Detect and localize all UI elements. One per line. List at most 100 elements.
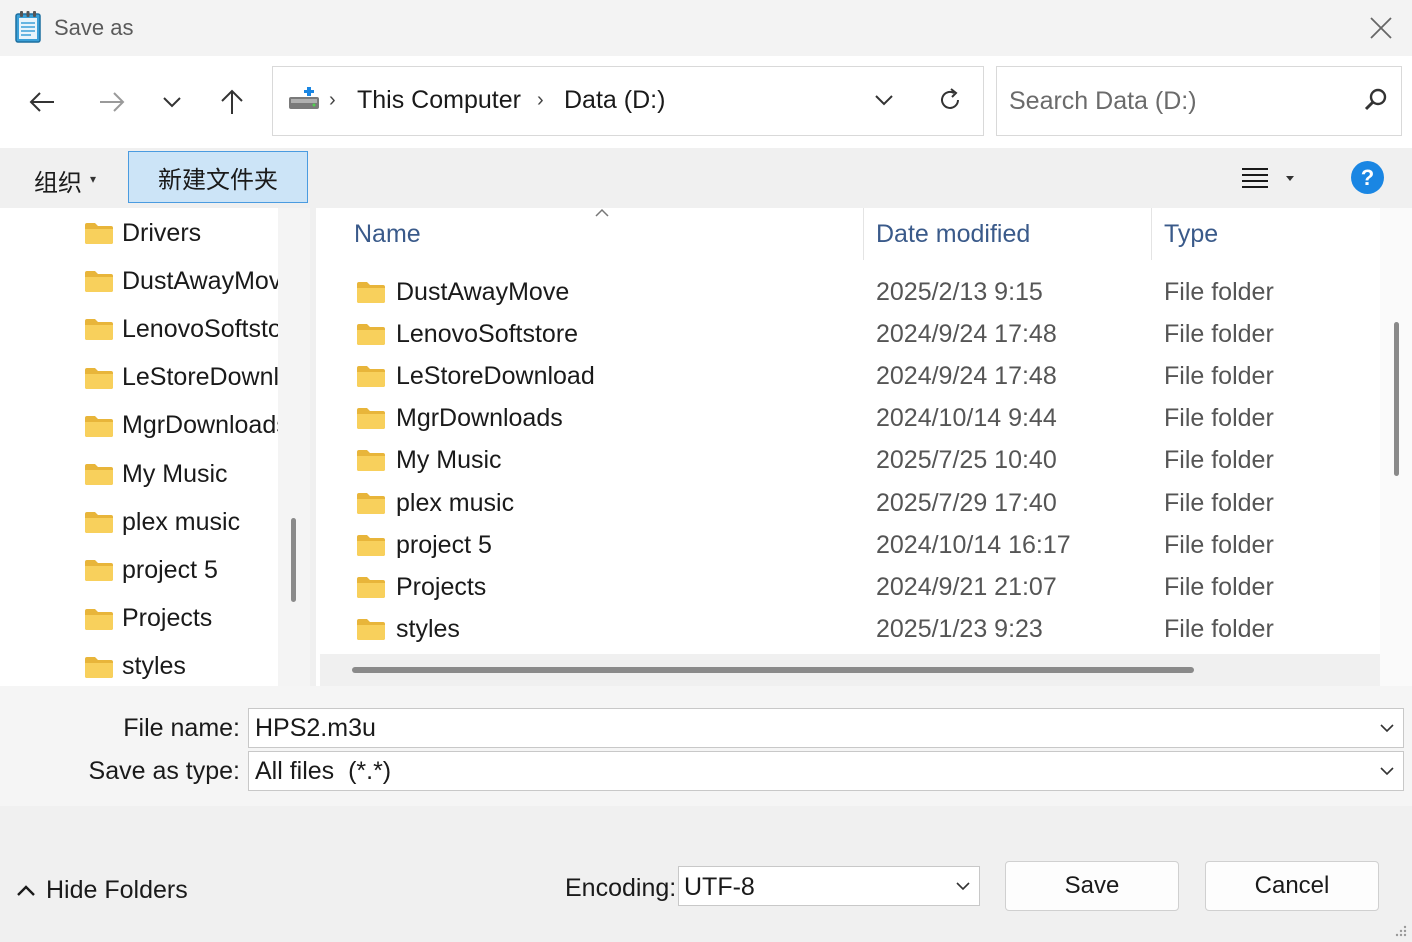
tree-item[interactable]: Drivers [84, 213, 201, 253]
save-as-type-label: Save as type: [88, 757, 240, 785]
organize-caret-icon: ▾ [90, 172, 97, 186]
refresh-button[interactable] [933, 83, 967, 117]
notepad-icon [15, 11, 41, 43]
file-date-modified: 2024/10/14 16:17 [876, 530, 1071, 559]
resize-grip-icon[interactable] [1392, 922, 1408, 938]
file-row[interactable]: Projects 2024/9/21 21:07 File folder [316, 567, 1380, 609]
column-header-name[interactable]: Name [354, 220, 421, 249]
organize-menu[interactable]: 组织 [34, 163, 82, 198]
file-type: File folder [1164, 362, 1274, 391]
save-button[interactable]: Save [1005, 861, 1179, 911]
save-as-type-select[interactable]: All files (*.*) [248, 751, 1404, 791]
column-header-type[interactable]: Type [1164, 220, 1218, 249]
address-dropdown-button[interactable] [869, 85, 899, 115]
folder-icon [357, 450, 385, 472]
file-type: File folder [1164, 614, 1274, 643]
tree-item[interactable]: LeStoreDownload [84, 358, 278, 398]
file-name: DustAwayMove [396, 278, 570, 306]
column-divider[interactable] [863, 208, 864, 260]
encoding-select[interactable]: UTF-8 [678, 866, 980, 906]
tree-item-label: project 5 [122, 555, 218, 584]
cancel-button[interactable]: Cancel [1205, 861, 1379, 911]
folder-icon [85, 319, 113, 341]
new-folder-button[interactable]: 新建文件夹 [128, 151, 308, 203]
file-type: File folder [1164, 446, 1274, 475]
file-date-modified: 2024/9/24 17:48 [876, 362, 1057, 391]
file-name-field[interactable]: HPS2.m3u [248, 708, 1404, 748]
tree-item-label: LeStoreDownload [122, 363, 278, 392]
file-row[interactable]: MgrDownloads 2024/10/14 9:44 File folder [316, 398, 1380, 440]
tree-item[interactable]: Projects [84, 599, 212, 639]
folder-icon [357, 576, 385, 598]
tree-scrollbar[interactable] [278, 208, 310, 686]
file-row[interactable]: My Music 2025/7/25 10:40 File folder [316, 440, 1380, 482]
tree-item[interactable]: LenovoSoftstore [84, 309, 278, 349]
file-list-vertical-scrollbar[interactable] [1380, 208, 1412, 686]
file-list-horizontal-scrollbar[interactable] [320, 654, 1380, 686]
up-button[interactable] [210, 80, 254, 124]
view-list-icon [1242, 168, 1294, 188]
tree-item[interactable]: plex music [84, 502, 240, 542]
file-row[interactable]: plex music 2025/7/29 17:40 File folder [316, 483, 1380, 525]
column-header-date[interactable]: Date modified [876, 220, 1030, 249]
folder-icon [357, 324, 385, 346]
file-name: My Music [396, 446, 502, 475]
chevron-down-icon [1380, 767, 1394, 776]
arrow-right-icon [100, 92, 125, 112]
folder-tree-pane: Drivers DustAwayMove LenovoSoftstore LeStor… [0, 208, 310, 686]
window-title: Save as [54, 15, 134, 40]
search-input[interactable] [1009, 83, 1349, 119]
folder-icon [85, 415, 113, 437]
tree-item[interactable]: MgrDownloads [84, 406, 278, 446]
tree-item-label: MgrDownloads [122, 411, 278, 440]
close-icon [1370, 17, 1392, 39]
folder-icon [357, 492, 385, 514]
column-divider[interactable] [1151, 208, 1152, 260]
folder-icon [85, 656, 113, 678]
arrow-up-icon [221, 89, 243, 114]
file-name: LeStoreDownload [396, 362, 595, 391]
save-options-panel: File name: HPS2.m3u Save as type: All fi… [0, 686, 1412, 806]
hide-folders-toggle[interactable]: Hide Folders [16, 876, 188, 905]
tree-item[interactable]: styles [84, 647, 186, 686]
address-bar[interactable]: › This Computer › Data (D:) [272, 66, 984, 136]
vertical-scroll-thumb[interactable] [1394, 322, 1399, 476]
folder-icon [357, 408, 385, 430]
tree-item-label: My Music [122, 459, 228, 488]
file-row[interactable]: styles 2025/1/23 9:23 File folder [316, 609, 1380, 651]
refresh-icon [941, 88, 959, 109]
help-button[interactable]: ? [1351, 161, 1384, 194]
recent-locations-button[interactable] [150, 80, 194, 124]
file-row[interactable]: DustAwayMove 2025/2/13 9:15 File folder [316, 272, 1380, 314]
folder-icon [85, 608, 113, 630]
tree-item[interactable]: DustAwayMove [84, 261, 278, 301]
tree-item[interactable]: My Music [84, 454, 228, 494]
horizontal-scroll-thumb[interactable] [352, 667, 1194, 673]
back-button[interactable] [20, 80, 64, 124]
file-type: File folder [1164, 278, 1274, 306]
view-options-button[interactable] [1240, 162, 1300, 194]
file-date-modified: 2025/7/25 10:40 [876, 446, 1057, 475]
search-box[interactable] [996, 66, 1402, 136]
tree-item[interactable]: project 5 [84, 550, 218, 590]
file-type: File folder [1164, 404, 1274, 433]
chevron-down-icon[interactable] [1379, 717, 1395, 739]
hide-folders-label: Hide Folders [46, 876, 188, 904]
breadcrumb-data-drive[interactable]: Data (D:) [564, 86, 665, 115]
file-date-modified: 2025/1/23 9:23 [876, 614, 1043, 643]
file-name: LenovoSoftstore [396, 320, 579, 349]
file-row[interactable]: LeStoreDownload 2024/9/24 17:48 File folde… [316, 356, 1380, 398]
chevron-down-icon [163, 97, 181, 108]
forward-button[interactable] [90, 80, 134, 124]
close-button[interactable] [1356, 8, 1406, 48]
tree-scroll-thumb[interactable] [291, 518, 296, 602]
breadcrumb-this-computer[interactable]: This Computer [357, 86, 521, 115]
file-row[interactable]: project 5 2024/10/14 16:17 File folder [316, 525, 1380, 567]
folder-icon [357, 618, 385, 640]
file-row[interactable]: LenovoSoftstore 2024/9/24 17:48 File folde… [316, 314, 1380, 356]
file-name-value[interactable]: HPS2.m3u [255, 714, 376, 743]
chevron-down-icon [956, 882, 970, 891]
file-date-modified: 2024/9/24 17:48 [876, 320, 1057, 349]
chevron-up-icon [17, 884, 35, 896]
file-name: project 5 [396, 530, 492, 559]
